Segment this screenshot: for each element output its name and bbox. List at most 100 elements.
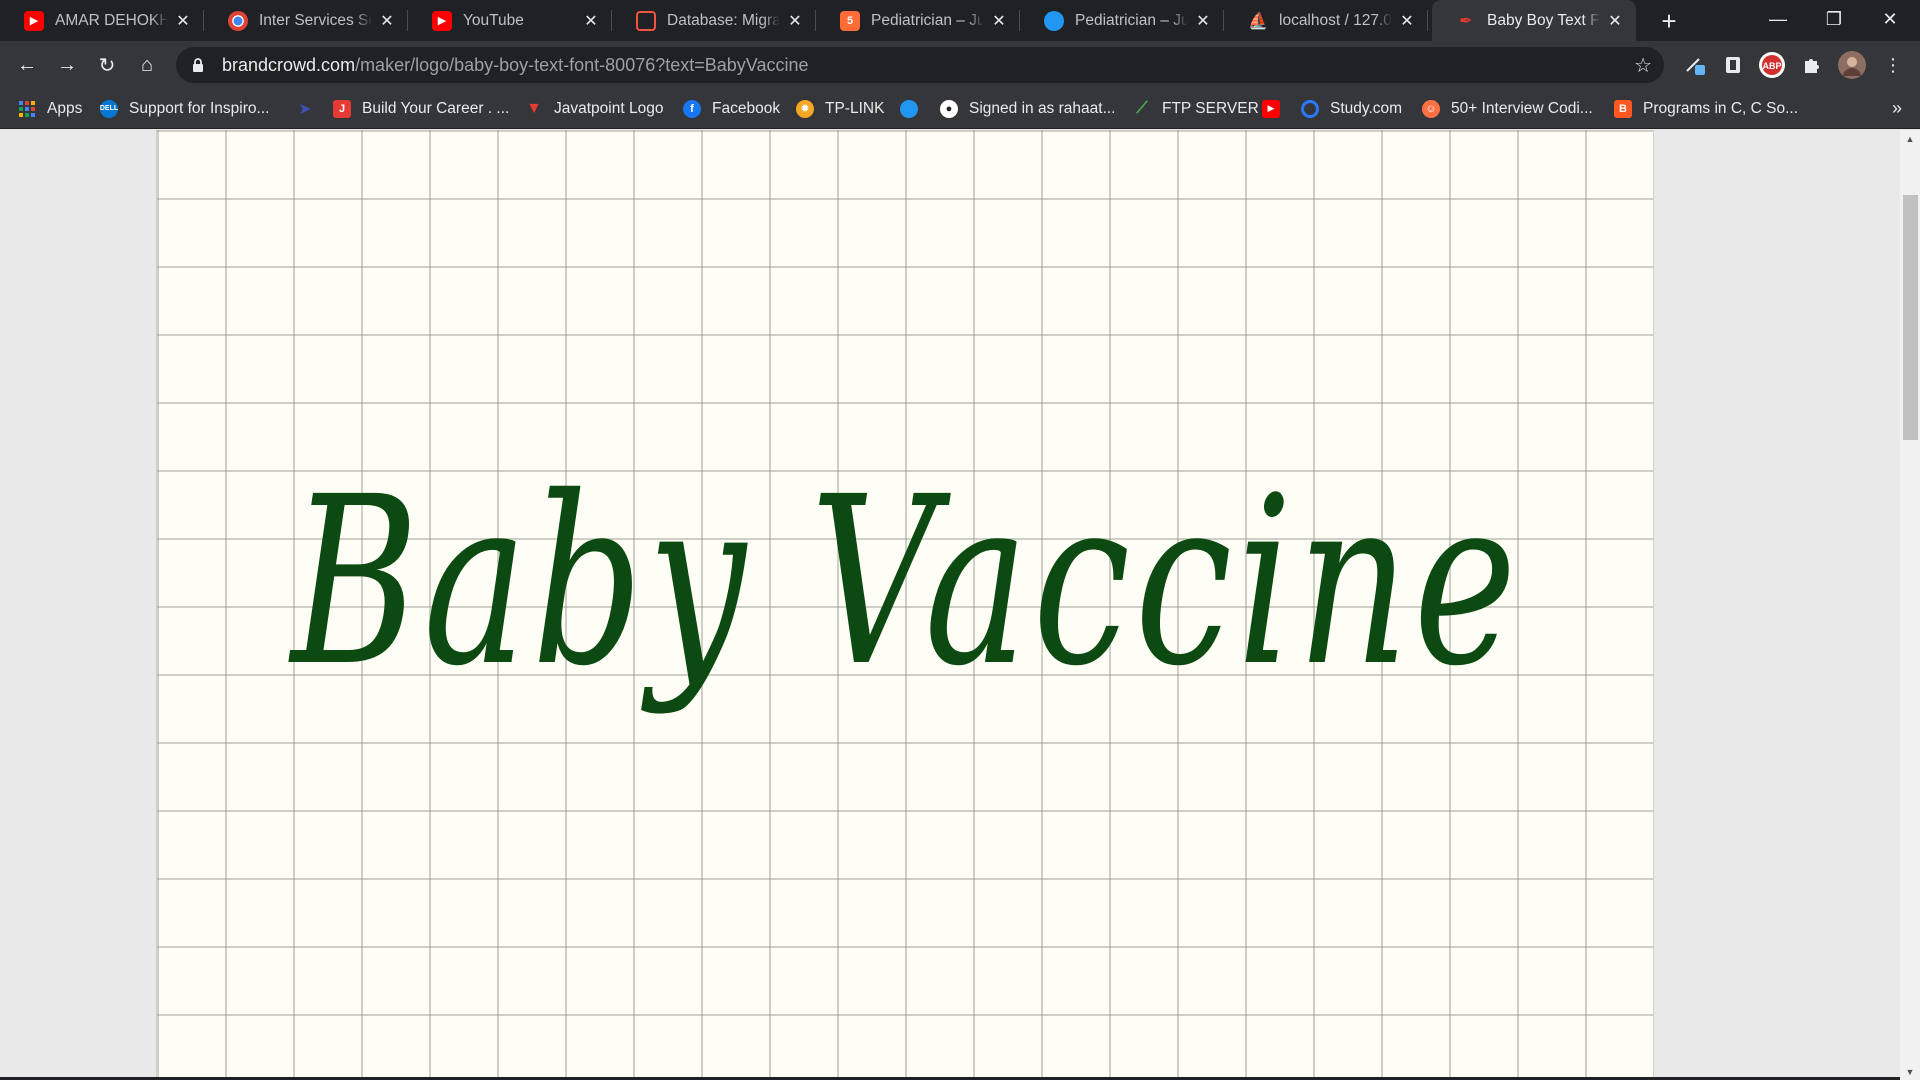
tab-pediatrician-2[interactable]: Pediatrician – Just ✕ bbox=[1020, 0, 1224, 41]
bookmark-tplink[interactable]: ✹ TP-LINK bbox=[796, 88, 884, 129]
bookmark-label: TP-LINK bbox=[825, 99, 885, 117]
bookmarks-bar: Apps DELL Support for Inspiro... ➤ J Bui… bbox=[0, 88, 1920, 129]
profile-avatar[interactable] bbox=[1837, 50, 1867, 80]
tab-title: Database: Migrations bbox=[667, 11, 780, 29]
bookmark-facebook[interactable]: f Facebook bbox=[683, 88, 780, 129]
tab-pediatrician-1[interactable]: 5 Pediatrician – Just ✕ bbox=[816, 0, 1020, 41]
bookmark-globe[interactable] bbox=[900, 88, 929, 129]
close-icon[interactable]: ✕ bbox=[1398, 12, 1416, 30]
tab-localhost[interactable]: ⛵ localhost / 127.0.0.1 ✕ bbox=[1224, 0, 1428, 41]
minimize-button[interactable]: — bbox=[1750, 0, 1806, 38]
career-icon: J bbox=[333, 99, 351, 118]
bookmark-study[interactable]: Study.com bbox=[1301, 88, 1402, 129]
bookmark-interview-coding[interactable]: ☺ 50+ Interview Codi... bbox=[1422, 88, 1593, 129]
tab-inter-services[interactable]: Inter Services Selection ✕ bbox=[204, 0, 408, 41]
scroll-up-arrow[interactable]: ▲ bbox=[1900, 130, 1920, 147]
bookmark-youtube[interactable]: ▶ bbox=[1262, 88, 1291, 129]
chrome-icon bbox=[228, 10, 248, 31]
globe-icon bbox=[1044, 10, 1064, 31]
vertical-scrollbar[interactable]: ▲ ▼ bbox=[1900, 130, 1920, 1080]
scroll-down-arrow[interactable]: ▼ bbox=[1900, 1063, 1920, 1080]
close-icon[interactable]: ✕ bbox=[378, 12, 396, 30]
tab-title: Pediatrician – Just bbox=[1075, 11, 1188, 29]
bookmark-blue-icon: ➤ bbox=[298, 100, 312, 118]
lock-icon bbox=[192, 58, 204, 72]
new-tab-button[interactable]: + bbox=[1654, 6, 1684, 36]
logo-canvas: Baby Vaccine bbox=[156, 130, 1654, 1080]
tab-title: Inter Services Selection bbox=[259, 11, 372, 29]
reload-button[interactable]: ↻ bbox=[91, 49, 123, 81]
laravel-icon bbox=[636, 10, 656, 31]
extensions-puzzle-icon[interactable] bbox=[1797, 50, 1827, 80]
home-button[interactable]: ⌂ bbox=[131, 49, 163, 81]
tab-database-migrations[interactable]: Database: Migrations ✕ bbox=[612, 0, 816, 41]
close-icon[interactable]: ✕ bbox=[174, 12, 192, 30]
dell-icon: DELL bbox=[100, 99, 118, 118]
bookmark-star-icon[interactable]: ☆ bbox=[1634, 53, 1652, 78]
extension-icon[interactable] bbox=[1680, 50, 1710, 80]
tab-strip: ▶ AMAR DEHOKHANI ✕ Inter Services Select… bbox=[0, 0, 1920, 41]
bookmark-support-inspiron[interactable]: DELL Support for Inspiro... bbox=[100, 88, 269, 129]
javatpoint-icon: ▼ bbox=[526, 99, 542, 117]
bookmarks-overflow-button[interactable]: » bbox=[1892, 98, 1902, 119]
tab-baby-boy-text-font[interactable]: ✒ Baby Boy Text Font ✕ bbox=[1432, 0, 1636, 41]
tplink-icon: ✹ bbox=[796, 99, 814, 118]
bookmark-label: Build Your Career . ... bbox=[362, 99, 510, 117]
youtube-icon: ▶ bbox=[432, 10, 452, 31]
bookmark-javatpoint[interactable]: ▼ Javatpoint Logo bbox=[525, 88, 663, 129]
bookmark-build-career[interactable]: J Build Your Career . ... bbox=[333, 88, 509, 129]
tab-title: Baby Boy Text Font bbox=[1487, 11, 1600, 29]
tab-title: localhost / 127.0.0.1 bbox=[1279, 11, 1392, 29]
close-icon[interactable]: ✕ bbox=[1606, 12, 1624, 30]
brandcrowd-icon: ✒ bbox=[1459, 12, 1473, 30]
phpmyadmin-icon: ⛵ bbox=[1248, 12, 1268, 30]
tab-amar-dehokhani[interactable]: ▶ AMAR DEHOKHANI ✕ bbox=[0, 0, 204, 41]
html5-icon: 5 bbox=[840, 10, 860, 31]
apps-grid-icon bbox=[18, 100, 36, 118]
bookmark-ftp-server[interactable]: ⟋ FTP SERVER bbox=[1133, 88, 1259, 129]
tab-youtube[interactable]: ▶ YouTube ✕ bbox=[408, 0, 612, 41]
page-viewport: Baby Vaccine ▲ ▼ bbox=[0, 130, 1920, 1080]
reader-extension-icon[interactable] bbox=[1718, 50, 1748, 80]
url-text: brandcrowd.com/maker/logo/baby-boy-text-… bbox=[222, 55, 809, 76]
logo-text: Baby Vaccine bbox=[288, 447, 1521, 717]
bookmark-apps[interactable]: Apps bbox=[18, 88, 82, 129]
bookmark-label: Javatpoint Logo bbox=[554, 99, 664, 117]
logo-preview: Baby Vaccine bbox=[288, 447, 1521, 717]
bookmark-label: Study.com bbox=[1330, 99, 1403, 117]
back-button[interactable]: ← bbox=[11, 49, 43, 81]
browser-menu-button[interactable]: ⋮ bbox=[1878, 50, 1908, 80]
bookmark-label: Programs in C, C So... bbox=[1643, 99, 1799, 117]
scrollbar-thumb[interactable] bbox=[1903, 195, 1918, 440]
bookmark-github[interactable]: ● Signed in as rahaat... bbox=[940, 88, 1116, 129]
bookmark-label: FTP SERVER bbox=[1162, 99, 1259, 117]
youtube-bookmark-icon: ▶ bbox=[1262, 99, 1280, 118]
globe-blue-icon bbox=[900, 99, 918, 118]
bookmark-programs-c[interactable]: B Programs in C, C So... bbox=[1614, 88, 1798, 129]
bookmark-label: Support for Inspiro... bbox=[129, 99, 270, 117]
close-window-button[interactable]: ✕ bbox=[1862, 0, 1918, 38]
close-icon[interactable]: ✕ bbox=[582, 12, 600, 30]
bookmark-blue[interactable]: ➤ bbox=[296, 88, 325, 129]
adblock-icon[interactable]: ABP bbox=[1757, 50, 1787, 80]
youtube-icon: ▶ bbox=[24, 10, 44, 31]
browser-toolbar: ← → ↻ ⌂ brandcrowd.com/maker/logo/baby-b… bbox=[0, 41, 1920, 88]
tab-separator bbox=[1427, 10, 1428, 31]
tab-title: YouTube bbox=[463, 11, 524, 29]
facebook-icon: f bbox=[683, 99, 701, 118]
tab-title: Pediatrician – Just bbox=[871, 11, 984, 29]
url-path: /maker/logo/baby-boy-text-font-80076?tex… bbox=[355, 54, 809, 75]
bookmark-label: Facebook bbox=[712, 99, 781, 117]
close-icon[interactable]: ✕ bbox=[990, 12, 1008, 30]
address-bar[interactable]: brandcrowd.com/maker/logo/baby-boy-text-… bbox=[176, 47, 1664, 83]
url-host: brandcrowd.com bbox=[222, 54, 356, 75]
forward-button[interactable]: → bbox=[51, 49, 83, 81]
bookmark-label: Signed in as rahaat... bbox=[969, 99, 1116, 117]
svg-text:ABP: ABP bbox=[1762, 61, 1781, 71]
close-icon[interactable]: ✕ bbox=[786, 12, 804, 30]
interview-icon: ☺ bbox=[1422, 99, 1440, 118]
restore-button[interactable]: ❐ bbox=[1806, 0, 1862, 38]
close-icon[interactable]: ✕ bbox=[1194, 12, 1212, 30]
blogger-icon: B bbox=[1614, 99, 1632, 118]
bookmark-label: 50+ Interview Codi... bbox=[1451, 99, 1593, 117]
